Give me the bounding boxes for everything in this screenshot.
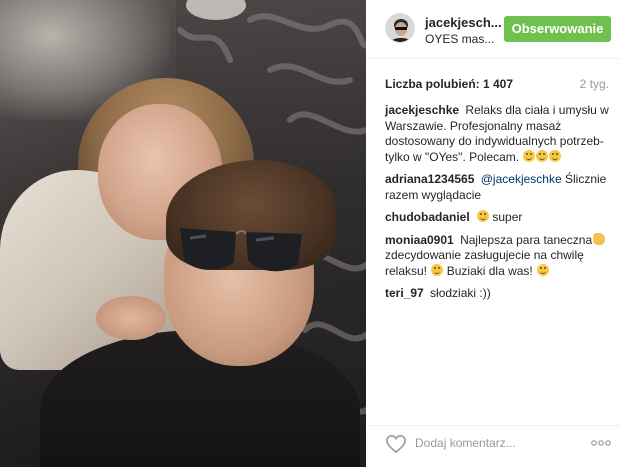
comment-item: adriana1234565 @jacekjeschke Ślicznie ra… <box>385 172 613 203</box>
comment-item: moniaa0901 Najlepsza para taneczna zdecy… <box>385 232 613 280</box>
smile-emoji-icon <box>523 149 536 162</box>
comment-username[interactable]: jacekjeschke <box>385 103 459 117</box>
smile-emoji-icon <box>536 149 549 162</box>
comment-username[interactable]: moniaa0901 <box>385 233 454 247</box>
comment-username[interactable]: chudobadaniel <box>385 210 470 224</box>
wink-emoji-icon <box>477 210 490 222</box>
post-timestamp[interactable]: 2 tyg. <box>580 77 609 91</box>
sunglasses-icon <box>180 228 302 272</box>
comment-item: jacekjeschke Relaks dla ciała i umysłu w… <box>385 103 613 165</box>
avatar[interactable] <box>385 13 415 43</box>
comment-text: słodziaki :)) <box>430 286 491 300</box>
avatar-image <box>386 14 414 42</box>
post-stats: Liczba polubień: 1 407 2 tyg. <box>385 77 609 93</box>
comment-mention[interactable]: @jacekjeschke <box>481 172 562 186</box>
post-footer: Dodaj komentarz... <box>366 425 620 467</box>
follow-button[interactable]: Obserwowanie <box>504 16 611 42</box>
photo-arm <box>96 296 166 340</box>
post-sidebar: jacekjesch... OYES mas... Obserwowanie L… <box>366 0 620 467</box>
comment-username[interactable]: teri_97 <box>385 286 424 300</box>
likes-count[interactable]: Liczba polubień: 1 407 <box>385 77 513 91</box>
wink-emoji-icon <box>549 149 562 162</box>
heart-icon[interactable] <box>385 434 407 454</box>
comment-item: chudobadaniel super <box>385 210 613 226</box>
add-comment-input[interactable]: Dodaj komentarz... <box>415 436 516 450</box>
comment-text: Najlepsza para taneczna <box>460 232 593 247</box>
post-location[interactable]: OYES mas... <box>425 32 494 46</box>
more-options-icon[interactable] <box>590 438 612 448</box>
post-photo[interactable] <box>0 0 366 467</box>
kiss-emoji-icon <box>537 263 550 276</box>
muscle-emoji-icon <box>593 232 606 245</box>
comment-item: teri_97 słodziaki :)) <box>385 286 613 302</box>
comments-list: jacekjeschke Relaks dla ciała i umysłu w… <box>385 103 613 309</box>
post-author-username[interactable]: jacekjesch... <box>425 15 502 30</box>
smile-emoji-icon <box>431 263 444 276</box>
comment-username[interactable]: adriana1234565 <box>385 172 474 186</box>
comment-text: super <box>492 210 523 224</box>
post-header: jacekjesch... OYES mas... Obserwowanie <box>366 0 620 59</box>
comment-text-closing: Buziaki dla was! <box>446 263 533 278</box>
